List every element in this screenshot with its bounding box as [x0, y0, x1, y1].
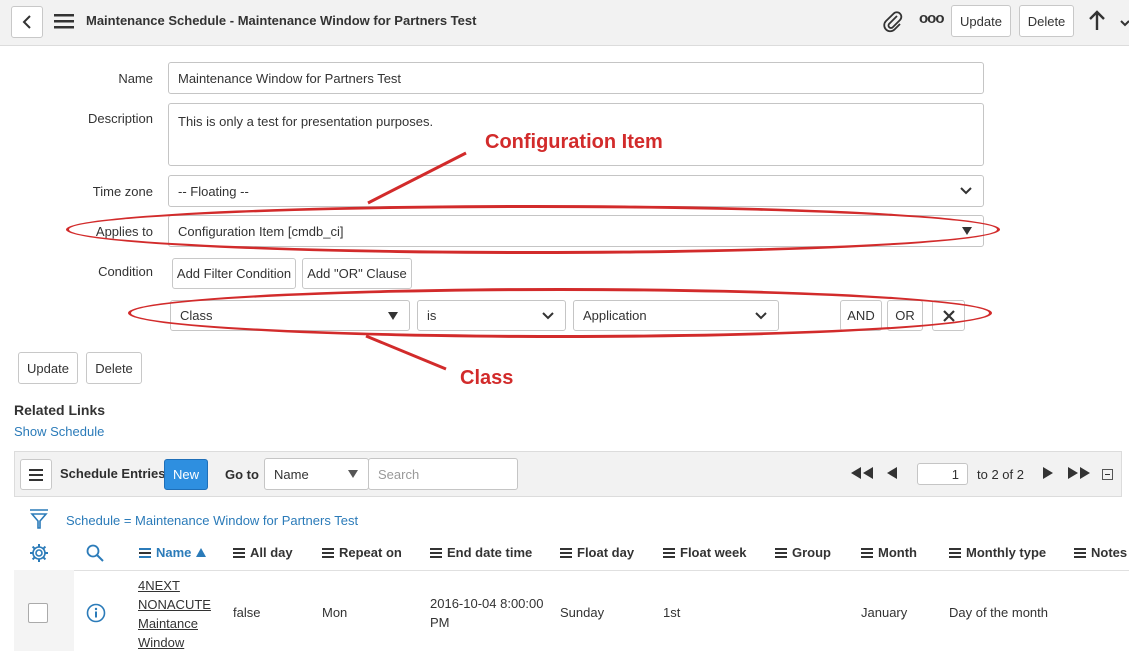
next-page-icon[interactable] [1042, 466, 1054, 483]
info-icon[interactable] [86, 603, 106, 626]
list-title: Schedule Entries [60, 466, 166, 481]
annotation-configuration-item: Configuration Item [485, 131, 663, 153]
new-button[interactable]: New [164, 459, 208, 490]
row-monthly-type: Day of the month [949, 605, 1048, 620]
column-menu-icon [560, 547, 572, 558]
column-menu-icon [322, 547, 334, 558]
row-end-date-time: 2016-10-04 8:00:00 PM [430, 596, 544, 630]
filter-icon[interactable] [29, 508, 49, 533]
caret-down-icon [348, 470, 358, 478]
column-menu-icon [663, 547, 675, 558]
last-page-icon[interactable] [1066, 466, 1092, 483]
annotation-class: Class [460, 367, 514, 389]
first-page-icon[interactable] [849, 466, 875, 483]
column-menu-icon [949, 547, 961, 558]
column-menu-icon [861, 547, 873, 558]
list-menu-button[interactable] [20, 459, 52, 490]
column-header-all-day[interactable]: All day [233, 545, 293, 560]
row-month: January [861, 605, 908, 620]
page-info: to 2 of 2 [977, 467, 1024, 482]
search-input[interactable]: Search [368, 458, 518, 490]
column-menu-icon [775, 547, 787, 558]
row-float-week: 1st [663, 605, 681, 620]
prev-page-icon[interactable] [886, 466, 898, 483]
page-input[interactable]: 1 [917, 463, 968, 485]
row-repeat-on: Mon [322, 605, 348, 620]
column-header-name[interactable]: Name [139, 545, 207, 560]
column-header-float-day[interactable]: Float day [560, 545, 634, 560]
sort-ascending-icon [196, 548, 207, 557]
show-schedule-link[interactable]: Show Schedule [14, 424, 104, 439]
row-float-day: Sunday [560, 605, 605, 620]
column-menu-icon [139, 547, 151, 558]
menu-icon [29, 468, 43, 481]
column-menu-icon [430, 547, 442, 558]
column-header-monthly-type[interactable]: Monthly type [949, 545, 1046, 560]
collapse-icon[interactable] [1102, 469, 1113, 480]
column-header-end-date-time[interactable]: End date time [430, 545, 532, 560]
column-header-repeat-on[interactable]: Repeat on [322, 545, 402, 560]
column-menu-icon [1074, 547, 1086, 558]
row-all-day: false [233, 605, 261, 620]
related-links-heading: Related Links [14, 402, 106, 418]
column-header-month[interactable]: Month [861, 545, 917, 560]
row-name-link[interactable]: 4NEXT NONACUTE Maintance Window [138, 576, 211, 652]
goto-field-select[interactable]: Name [264, 458, 369, 490]
search-icon[interactable] [86, 544, 104, 565]
column-header-notes[interactable]: Notes [1074, 545, 1127, 560]
goto-field-value: Name [274, 466, 309, 482]
row-checkbox[interactable] [28, 603, 48, 623]
column-header-group[interactable]: Group [775, 545, 831, 560]
gear-icon[interactable] [29, 543, 49, 566]
column-header-float-week[interactable]: Float week [663, 545, 746, 560]
goto-label: Go to [225, 467, 259, 482]
list-breadcrumb[interactable]: Schedule = Maintenance Window for Partne… [66, 513, 358, 528]
column-menu-icon [233, 547, 245, 558]
